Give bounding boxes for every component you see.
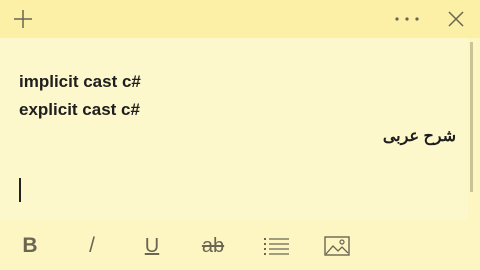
text-caret: [19, 178, 21, 202]
note-line-1: implicit cast c#: [19, 72, 141, 91]
more-icon: [395, 17, 419, 21]
italic-button[interactable]: /: [78, 232, 106, 260]
insert-image-button[interactable]: [322, 232, 352, 260]
strikethrough-button[interactable]: ab: [196, 232, 230, 260]
format-toolbar: [0, 222, 480, 270]
close-icon: [448, 11, 464, 27]
bullet-list-icon: [264, 238, 289, 255]
image-icon: [324, 236, 350, 256]
bold-button[interactable]: B: [16, 232, 44, 260]
note-line-3: شرح عربى: [382, 128, 456, 145]
scrollbar[interactable]: [470, 42, 473, 192]
close-button[interactable]: [440, 0, 472, 38]
note-line-2: explicit cast c#: [19, 100, 140, 119]
bullet-list-button[interactable]: [260, 232, 292, 260]
menu-button[interactable]: [390, 0, 424, 38]
plus-icon: [14, 10, 32, 28]
underline-button[interactable]: U: [138, 232, 166, 260]
new-note-button[interactable]: [8, 0, 38, 38]
